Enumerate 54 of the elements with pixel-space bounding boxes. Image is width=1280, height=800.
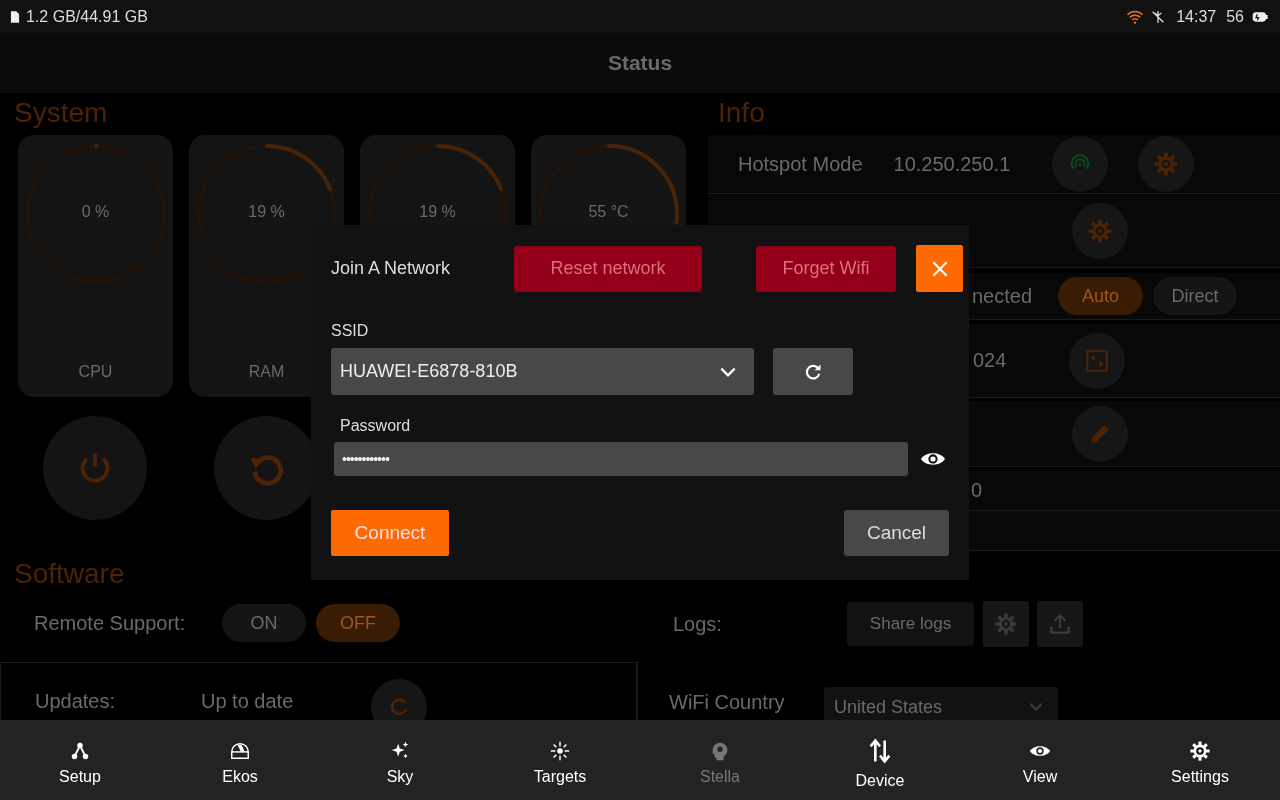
dome-icon (229, 740, 251, 762)
nav-tab[interactable]: Sky (320, 720, 480, 800)
dialog-title: Join A Network (331, 258, 452, 279)
info-value: 0 (971, 479, 983, 502)
battery-text: 56 (1226, 7, 1244, 26)
clock-text: 14:37 (1176, 7, 1217, 26)
gauge-label: CPU (78, 363, 113, 381)
nav-tab[interactable]: Ekos (160, 720, 320, 800)
gauge-reading: 0 % (81, 203, 110, 221)
nav-tab[interactable]: View (960, 720, 1120, 800)
settings-icon (1153, 151, 1180, 177)
refresh-button[interactable] (773, 348, 853, 395)
section-title: Software (14, 558, 125, 590)
frame-icon (1084, 347, 1111, 374)
storage-text: 1.2 GB/44.91 GB (26, 7, 148, 26)
connection-status: nected (972, 284, 1033, 308)
gauge-reading: 19 % (419, 203, 456, 221)
info-value: 024 (973, 349, 1007, 372)
share-logs-button[interactable]: Share logs (847, 602, 974, 646)
crosshair-icon (549, 740, 571, 762)
hotspot-label: Hotspot Mode (738, 152, 863, 176)
updates-label: Updates: (35, 689, 117, 713)
nav-tab[interactable]: Targets (480, 720, 640, 800)
upload-button[interactable] (1037, 601, 1083, 647)
nav-tab[interactable]: Setup (0, 720, 160, 800)
settings-button[interactable] (983, 601, 1029, 647)
close-button[interactable] (916, 245, 963, 292)
gauge-reading: 55 °C (588, 203, 629, 221)
gauge-reading: 19 % (248, 203, 285, 221)
dropdown-value: United States (834, 696, 944, 718)
country-dropdown[interactable]: United States (824, 687, 1058, 720)
gauge-label: RAM (248, 363, 285, 381)
settings-icon (1087, 218, 1113, 244)
nav-tab[interactable]: Device (800, 720, 960, 800)
cancel-button[interactable]: Cancel (844, 510, 949, 556)
ip-address: 10.250.250.1 (893, 152, 1011, 176)
password-label: Password (340, 417, 411, 435)
upload-icon (1047, 611, 1073, 637)
update-button[interactable] (371, 679, 427, 720)
password-field[interactable]: •••••••••••• (334, 442, 908, 476)
wifi-country-label: WiFi Country (669, 691, 786, 714)
settings-icon (1189, 740, 1211, 762)
settings-icon (994, 612, 1018, 636)
remote-support-label: Remote Support: (34, 611, 187, 635)
page-title: Status (607, 51, 673, 75)
logs-label: Logs: (673, 612, 723, 636)
network-icon (69, 740, 91, 762)
section-title: System (14, 97, 108, 129)
updates-status: Up to date (201, 689, 295, 713)
nav-tab[interactable]: Settings (1120, 720, 1280, 800)
section-title: Info (718, 97, 765, 129)
ssid-dropdown[interactable]: HUAWEI-E6878-810B (331, 348, 754, 395)
ssid-label: SSID (331, 322, 369, 340)
sd-card-icon (8, 8, 22, 25)
